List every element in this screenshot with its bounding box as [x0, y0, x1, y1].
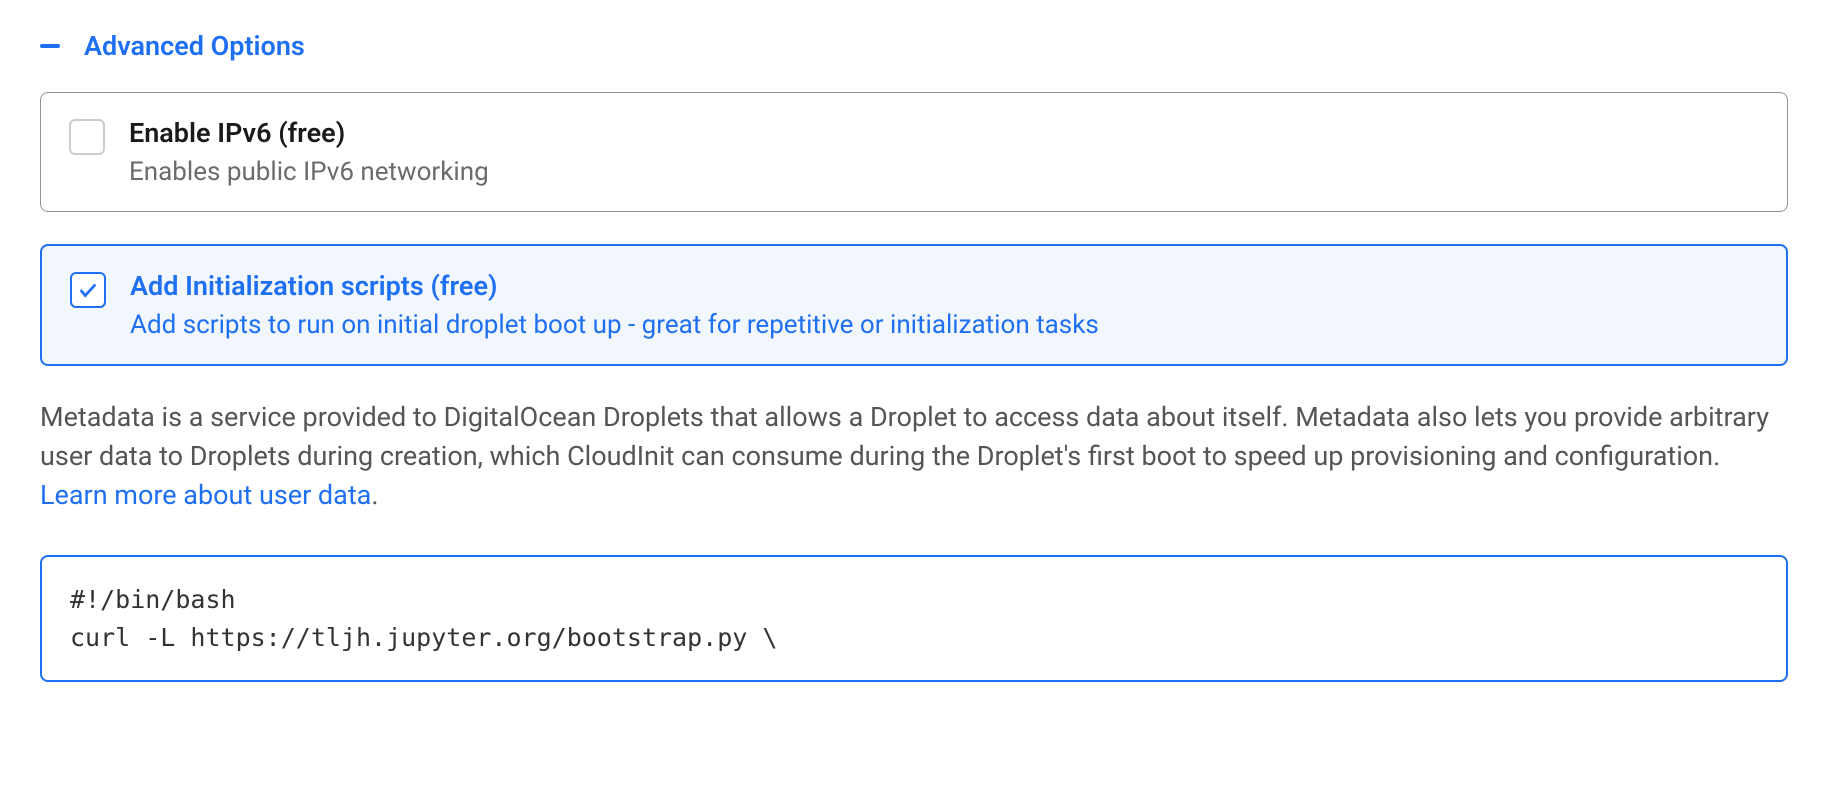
learn-more-link[interactable]: Learn more about user data [40, 479, 371, 511]
info-period: . [371, 479, 378, 511]
option-desc: Add scripts to run on initial droplet bo… [130, 310, 1099, 340]
option-title: Enable IPv6 (free) [129, 117, 489, 149]
checkbox-init-scripts[interactable] [70, 272, 106, 308]
option-enable-ipv6[interactable]: Enable IPv6 (free) Enables public IPv6 n… [40, 92, 1788, 212]
option-desc: Enables public IPv6 networking [129, 157, 489, 187]
option-title: Add Initialization scripts (free) [130, 270, 1099, 302]
check-icon [77, 279, 99, 301]
userdata-info: Metadata is a service provided to Digita… [40, 398, 1788, 515]
minus-icon [40, 44, 60, 48]
checkbox-enable-ipv6[interactable] [69, 119, 105, 155]
advanced-options-toggle[interactable]: Advanced Options [40, 30, 1788, 62]
userdata-textarea[interactable]: #!/bin/bash curl -L https://tljh.jupyter… [40, 555, 1788, 682]
section-title: Advanced Options [84, 30, 305, 62]
info-text: Metadata is a service provided to Digita… [40, 401, 1769, 472]
option-init-scripts[interactable]: Add Initialization scripts (free) Add sc… [40, 244, 1788, 366]
